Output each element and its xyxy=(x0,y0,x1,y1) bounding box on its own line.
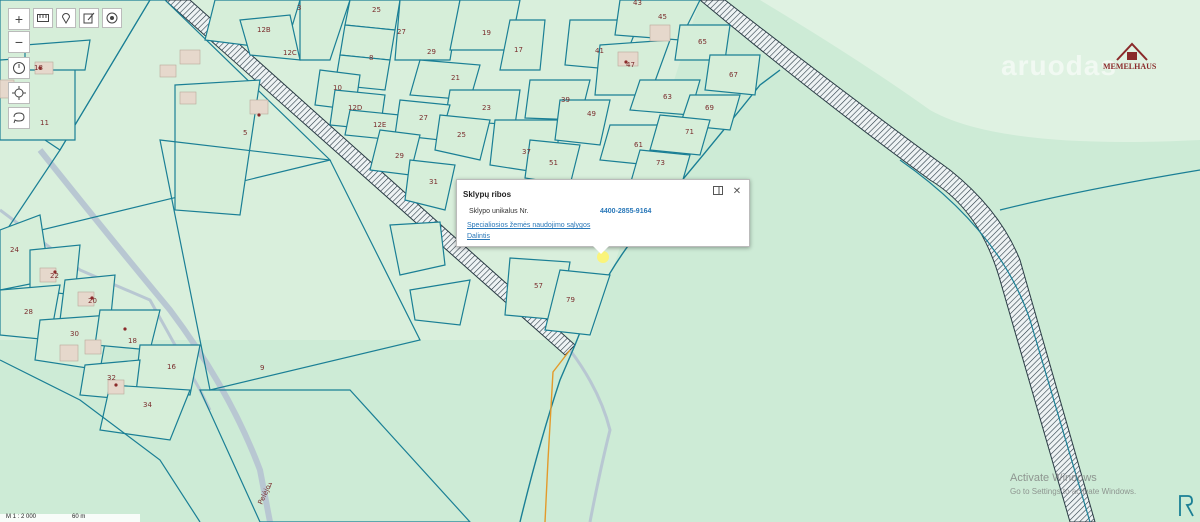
point-marker xyxy=(90,296,94,300)
plot-label: 19 xyxy=(482,29,491,37)
plot-label: 16 xyxy=(167,363,176,371)
crosshair-icon xyxy=(12,86,26,100)
plot-label: 29 xyxy=(427,48,436,56)
plot-label: 27 xyxy=(419,114,428,122)
target-tool-button[interactable] xyxy=(102,8,122,28)
plot-label: 28 xyxy=(24,308,33,316)
building xyxy=(649,24,671,42)
plot-label: 11 xyxy=(40,119,49,127)
plot-label: 37 xyxy=(522,148,531,156)
plot-label: 21 xyxy=(451,74,460,82)
plot-label: 17 xyxy=(514,46,523,54)
history-button[interactable] xyxy=(8,57,30,79)
plot-label: 9 xyxy=(260,364,264,372)
lasso-select-button[interactable] xyxy=(8,107,30,129)
building xyxy=(179,49,201,65)
expand-icon-shape xyxy=(713,186,723,195)
scale-bar: M 1 : 2 000 60 m xyxy=(0,514,140,522)
close-icon[interactable]: ✕ xyxy=(731,186,743,198)
building xyxy=(59,344,79,362)
clock-icon xyxy=(13,62,25,74)
plot-label: 31 xyxy=(429,178,438,186)
plot-polygon[interactable] xyxy=(339,24,396,61)
plot-label: 57 xyxy=(534,282,543,290)
building xyxy=(249,99,269,115)
edit-tool-button[interactable] xyxy=(79,8,99,28)
plot-label: 43 xyxy=(633,0,642,7)
plot-label: 63 xyxy=(663,93,672,101)
scale-distance: 60 m xyxy=(72,514,86,520)
plot-id-label: Sklypo unikalus Nr. xyxy=(469,208,529,215)
plot-label: 12E xyxy=(373,121,386,129)
lasso-icon xyxy=(13,112,25,124)
plot-label: 71 xyxy=(685,128,694,136)
plot-info-popup[interactable]: Sklypų ribos ✕ Sklypo unikalus Nr. 4400-… xyxy=(456,179,750,254)
point-marker xyxy=(53,270,57,274)
plot-polygon[interactable] xyxy=(554,99,611,146)
point-marker xyxy=(624,60,628,64)
plot-id-value: 4400-2855-9164 xyxy=(600,208,652,215)
house-logo-icon xyxy=(1116,42,1148,61)
plot-label: 29 xyxy=(395,152,404,160)
plot-label: 23 xyxy=(482,104,491,112)
plot-label: 25 xyxy=(457,131,466,139)
map-pin-icon xyxy=(61,13,71,24)
target-icon xyxy=(106,12,118,24)
point-marker xyxy=(123,327,127,331)
plot-label: 61 xyxy=(634,141,643,149)
plot-label: 34 xyxy=(143,401,152,409)
plot-label: 18 xyxy=(128,337,137,345)
plot-label: 5 xyxy=(243,129,247,137)
popup-title: Sklypų ribos xyxy=(463,190,512,199)
building xyxy=(84,339,102,355)
zoom-in-button[interactable]: + xyxy=(8,8,30,30)
plot-label: 12B xyxy=(257,26,271,34)
plot-label: 25 xyxy=(372,6,381,14)
activate-windows-title: Activate Windows xyxy=(1010,472,1097,484)
plot-label: 67 xyxy=(729,71,738,79)
activate-windows-subtitle: Go to Settings to activate Windows. xyxy=(1010,487,1137,496)
plot-polygon[interactable] xyxy=(389,221,446,276)
plot-label: 8 xyxy=(369,54,373,62)
plot-label: 32 xyxy=(107,374,116,382)
building xyxy=(179,91,197,105)
plot-label: 69 xyxy=(705,104,714,112)
plot-label: 24 xyxy=(10,246,19,254)
ruler-icon xyxy=(37,14,49,22)
plot-label: 41 xyxy=(595,47,604,55)
share-link[interactable]: Dalintis xyxy=(467,233,490,240)
point-marker xyxy=(257,113,261,117)
expand-icon[interactable] xyxy=(712,186,724,198)
locate-me-button[interactable] xyxy=(8,82,30,104)
building xyxy=(107,379,125,395)
edit-icon xyxy=(83,12,95,24)
watermark-logo: aruodas xyxy=(1001,50,1117,81)
point-marker xyxy=(114,383,118,387)
special-conditions-link[interactable]: Specialiosios žemės naudojimo sąlygos xyxy=(467,222,590,229)
scale-ratio: M 1 : 2 000 xyxy=(6,514,37,520)
plot-label: 73 xyxy=(656,159,665,167)
plot-label: 12D xyxy=(348,104,362,112)
plot-label: 39 xyxy=(561,96,570,104)
measure-tool-button[interactable] xyxy=(33,8,53,28)
point-marker xyxy=(38,66,42,70)
plot-label: 12C xyxy=(283,49,297,57)
zoom-out-button[interactable]: − xyxy=(8,31,30,53)
plot-polygon[interactable] xyxy=(649,114,711,156)
brand-logo-text: MEMELHAUS xyxy=(1103,62,1157,71)
building xyxy=(159,64,177,78)
plot-label: 49 xyxy=(587,110,596,118)
plot-label: 79 xyxy=(566,296,575,304)
plot-label: 3 xyxy=(297,4,301,12)
compass-icon xyxy=(1179,495,1194,517)
plot-label: 45 xyxy=(658,13,667,21)
plot-label: 10 xyxy=(333,84,342,92)
plot-label: 27 xyxy=(397,28,406,36)
plot-label: 65 xyxy=(698,38,707,46)
location-tool-button[interactable] xyxy=(56,8,76,28)
plot-label: 51 xyxy=(549,159,558,167)
plot-label: 30 xyxy=(70,330,79,338)
